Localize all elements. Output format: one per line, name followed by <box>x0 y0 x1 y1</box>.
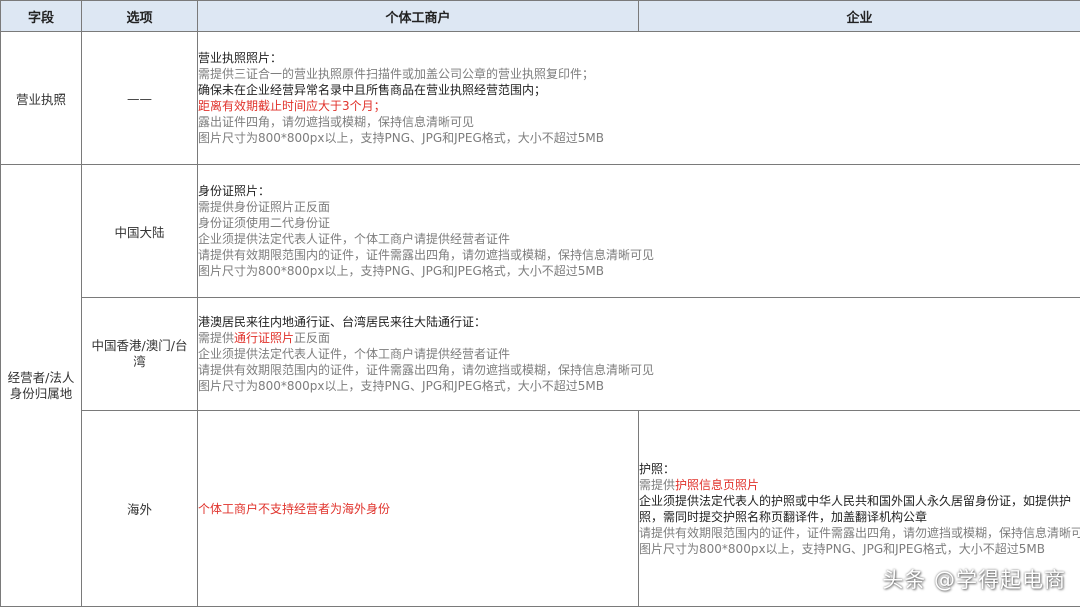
req-line: 图片尺寸为800*800px以上，支持PNG、JPG和JPEG格式，大小不超过5… <box>198 264 604 278</box>
req-highlight: 通行证照片 <box>234 331 295 345</box>
option-overseas: 海外 <box>81 410 198 607</box>
table-row: 经营者/法人身份归属地 中国大陆 身份证照片： 需提供身份证照片正反面 身份证须… <box>0 164 1080 607</box>
req-line: 企业须提供法定代表人证件，个体工商户请提供经营者证件 <box>198 347 511 361</box>
requirements-table: 字段 选项 个体工商户 企业 营业执照 —— 营业执照照片： 需提供三证合一的营… <box>0 0 1080 607</box>
mainland-requirements: 身份证照片： 需提供身份证照片正反面 身份证须使用二代身份证 企业须提供法定代表… <box>196 164 1080 298</box>
req-line: 图片尺寸为800*800px以上，支持PNG、JPG和JPEG格式，大小不超过5… <box>639 541 1046 556</box>
req-line-highlight: 距离有效期截止时间应大于3个月； <box>198 99 386 113</box>
req-suffix: 正反面 <box>294 331 331 345</box>
req-line: 护照： <box>639 461 676 476</box>
field-identity-region: 经营者/法人身份归属地 <box>0 164 82 607</box>
req-highlight: 护照信息页照片 <box>675 477 760 492</box>
req-line: 请提供有效期限范围内的证件，证件需露出四角，请勿遮挡或模糊，保持信息清晰可见 <box>198 248 655 262</box>
req-line: 需提供护照信息页照片 <box>639 477 1080 493</box>
hk-macau-taiwan-requirements: 港澳居民来往内地通行证、台湾居民来往大陆通行证： 需提供通行证照片正反面 企业须… <box>196 297 1080 411</box>
header-enterprise: 企业 <box>638 0 1080 32</box>
req-prefix: 需提供 <box>639 477 676 492</box>
req-prefix: 需提供 <box>198 331 235 345</box>
req-line: 需提供通行证照片正反面 <box>198 330 1080 346</box>
field-identity-region-label: 经营者/法人身份归属地 <box>7 369 75 401</box>
req-line: 确保未在企业经营异常名录中且所售商品在营业执照经营范围内； <box>198 83 547 97</box>
header-field: 字段 <box>0 0 82 32</box>
req-line: 身份证照片： <box>198 184 271 198</box>
table-row: 营业执照 —— 营业执照照片： 需提供三证合一的营业执照原件扫描件或加盖公司公章… <box>0 31 1080 165</box>
watermark: 头条 @学得起电商 <box>882 568 1066 592</box>
table-row: 中国香港/澳门/台湾 港澳居民来往内地通行证、台湾居民来往大陆通行证： 需提供通… <box>1 297 1080 411</box>
req-line: 请提供有效期限范围内的证件，证件需露出四角，请勿遮挡或模糊，保持信息清晰可见 <box>639 525 1080 540</box>
req-line: 需提供三证合一的营业执照原件扫描件或加盖公司公章的营业执照复印件； <box>198 67 595 81</box>
req-line: 身份证须使用二代身份证 <box>198 216 331 230</box>
req-line: 图片尺寸为800*800px以上，支持PNG、JPG和JPEG格式，大小不超过5… <box>198 379 604 393</box>
req-line: 港澳居民来往内地通行证、台湾居民来往大陆通行证： <box>198 315 487 329</box>
header-row: 字段 选项 个体工商户 企业 <box>0 0 1080 32</box>
req-line: 请提供有效期限范围内的证件，证件需露出四角，请勿遮挡或模糊，保持信息清晰可见 <box>198 363 655 377</box>
option-dash: —— <box>81 31 198 165</box>
req-line: 需提供身份证照片正反面 <box>198 200 331 214</box>
header-individual: 个体工商户 <box>196 0 640 32</box>
overseas-individual-note-cell: 个体工商户不支持经营者为海外身份 <box>196 410 640 607</box>
field-business-license: 营业执照 <box>0 31 82 165</box>
individual-not-supported-note: 个体工商户不支持经营者为海外身份 <box>198 501 391 516</box>
req-line: 露出证件四角，请勿遮挡或模糊，保持信息清晰可见 <box>198 115 475 129</box>
req-line: 企业须提供法定代表人的护照或中华人民共和国外国人永久居留身份证，如提供护照，需同… <box>639 493 1072 524</box>
business-license-requirements: 营业执照照片： 需提供三证合一的营业执照原件扫描件或加盖公司公章的营业执照复印件… <box>196 31 1080 165</box>
option-hk-macau-taiwan-label: 中国香港/澳门/台湾 <box>91 338 188 369</box>
header-option: 选项 <box>81 0 198 32</box>
req-line: 图片尺寸为800*800px以上，支持PNG、JPG和JPEG格式，大小不超过5… <box>198 131 604 145</box>
req-line: 营业执照照片： <box>198 51 283 65</box>
option-hk-macau-taiwan: 中国香港/澳门/台湾 <box>81 297 198 411</box>
option-mainland: 中国大陆 <box>81 164 198 298</box>
req-line: 企业须提供法定代表人证件，个体工商户请提供经营者证件 <box>198 232 511 246</box>
